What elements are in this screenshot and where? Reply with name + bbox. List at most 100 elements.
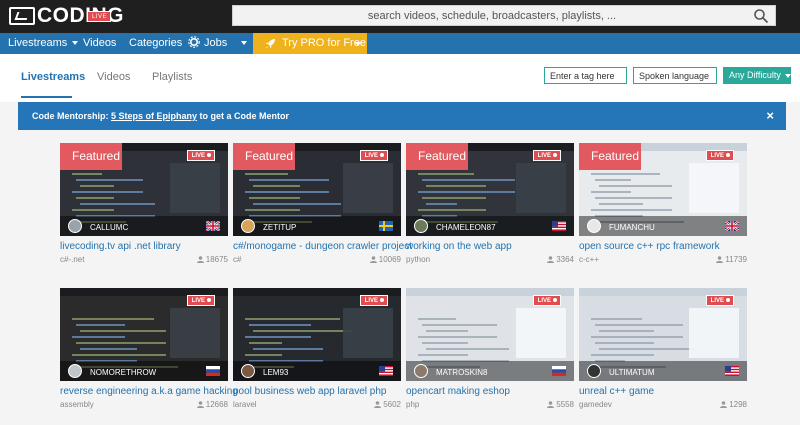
live-label: LIVE	[364, 153, 378, 159]
live-label: LIVE	[710, 298, 724, 304]
stream-title[interactable]: opencart making eshop	[406, 386, 574, 397]
spoken-language-input[interactable]	[633, 67, 717, 84]
nav-jobs[interactable]: Jobs	[188, 33, 248, 54]
close-icon[interactable]: ×	[766, 102, 774, 130]
stream-card[interactable]: Featured LIVE CHAMELEON87 working on the…	[406, 143, 574, 267]
stream-tag[interactable]: assembly	[60, 400, 94, 409]
streamer-username[interactable]: MATROSKIN8	[436, 368, 487, 377]
avatar[interactable]	[68, 219, 82, 233]
stream-tag[interactable]: php	[406, 400, 419, 409]
try-pro-button[interactable]: Try PRO for Free	[253, 33, 367, 54]
viewer-count-value: 3364	[556, 255, 574, 264]
chevron-down-icon	[784, 73, 791, 78]
ru-flag-icon	[206, 366, 220, 376]
stream-card[interactable]: Featured LIVE ZETITUP c#/monogame - dung…	[233, 143, 412, 267]
stream-thumbnail[interactable]: LIVE ULTIMATUM	[579, 288, 747, 381]
stream-thumbnail[interactable]: LIVE LEM93	[233, 288, 401, 381]
viewer-count: 10069	[369, 255, 401, 264]
tag-input[interactable]	[544, 67, 627, 84]
live-dot-icon	[380, 153, 384, 158]
live-dot-icon	[380, 298, 384, 303]
viewer-count: 12668	[196, 400, 228, 409]
stream-meta: php 5558	[406, 400, 574, 412]
avatar[interactable]	[414, 219, 428, 233]
stream-card[interactable]: LIVE LEM93 pool business web app laravel…	[233, 288, 401, 412]
streamer-username[interactable]: ZETITUP	[263, 223, 296, 232]
difficulty-dropdown[interactable]: Any Difficulty	[723, 67, 791, 84]
avatar[interactable]	[587, 219, 601, 233]
stream-thumbnail[interactable]: Featured LIVE FUMANCHU	[579, 143, 747, 236]
viewer-count: 1298	[720, 400, 747, 409]
streamer-username[interactable]: CALLUMC	[90, 223, 128, 232]
streamer-overlay: ZETITUP	[233, 216, 401, 236]
stream-title[interactable]: livecoding.tv api .net library	[60, 241, 228, 252]
stream-thumbnail[interactable]: Featured LIVE CHAMELEON87	[406, 143, 574, 236]
user-icon	[374, 401, 382, 408]
search-box[interactable]	[232, 5, 776, 26]
stream-title[interactable]: reverse engineering a.k.a game hacking	[60, 386, 238, 397]
stream-tag[interactable]: python	[406, 255, 430, 264]
stream-title[interactable]: open source c++ rpc framework	[579, 241, 747, 252]
stream-thumbnail[interactable]: LIVE NOMORETHROW	[60, 288, 228, 381]
stream-card[interactable]: Featured LIVE FUMANCHU open source c++ r…	[579, 143, 747, 267]
viewer-count: 11739	[716, 255, 747, 264]
live-badge: LIVE	[186, 150, 215, 161]
stream-meta: c# 10069	[233, 255, 401, 267]
top-header: LIVE CODING	[0, 0, 800, 33]
stream-thumbnail[interactable]: LIVE MATROSKIN8	[406, 288, 574, 381]
stream-tag[interactable]: laravel	[233, 400, 257, 409]
stream-title[interactable]: unreal c++ game	[579, 386, 747, 397]
stream-tag[interactable]: c#	[233, 255, 241, 264]
nav-videos-label: Videos	[83, 37, 117, 49]
nav-jobs-label: Jobs	[204, 37, 228, 49]
avatar[interactable]	[587, 364, 601, 378]
avatar[interactable]	[241, 364, 255, 378]
live-dot-icon	[726, 153, 730, 158]
tab-videos[interactable]: Videos	[97, 71, 130, 83]
avatar[interactable]	[241, 219, 255, 233]
avatar[interactable]	[68, 364, 82, 378]
streamer-username[interactable]: ULTIMATUM	[609, 368, 654, 377]
chevron-down-icon	[241, 41, 248, 46]
viewer-count-value: 11739	[725, 255, 747, 264]
tab-playlists[interactable]: Playlists	[152, 71, 192, 83]
rocket-icon	[266, 39, 275, 48]
nav-categories[interactable]: Categories	[129, 33, 182, 54]
stream-title[interactable]: c#/monogame - dungeon crawler project	[233, 241, 412, 252]
stream-tag[interactable]: c-c++	[579, 255, 599, 264]
try-pro-label: Try PRO for Free	[282, 37, 366, 49]
streamer-username[interactable]: LEM93	[263, 368, 288, 377]
search-input[interactable]	[233, 6, 775, 26]
streamer-username[interactable]: FUMANCHU	[609, 223, 655, 232]
viewer-count: 18675	[196, 255, 228, 264]
featured-badge: Featured	[579, 143, 641, 170]
avatar[interactable]	[414, 364, 428, 378]
stream-card[interactable]: Featured LIVE CALLUMC livecoding.tv api …	[60, 143, 228, 267]
banner-link[interactable]: 5 Steps of Epiphany	[111, 111, 197, 121]
stream-card[interactable]: LIVE MATROSKIN8 opencart making eshop ph…	[406, 288, 574, 412]
stream-title[interactable]: working on the web app	[406, 241, 574, 252]
logo[interactable]: LIVE CODING	[7, 4, 124, 28]
user-icon	[716, 256, 724, 263]
search-icon[interactable]	[753, 8, 769, 24]
mentorship-banner: Code Mentorship: 5 Steps of Epiphany to …	[18, 102, 786, 130]
active-tab-indicator	[21, 96, 72, 98]
stream-card[interactable]: LIVE NOMORETHROW reverse engineering a.k…	[60, 288, 238, 412]
user-icon	[196, 256, 204, 263]
user-icon	[720, 401, 728, 408]
ru-flag-icon	[552, 366, 566, 376]
nav-livestreams[interactable]: Livestreams	[8, 33, 79, 54]
tab-livestreams[interactable]: Livestreams	[21, 71, 85, 83]
stream-tag[interactable]: c#-.net	[60, 255, 84, 264]
nav-videos[interactable]: Videos	[83, 33, 116, 54]
streamer-username[interactable]: CHAMELEON87	[436, 223, 496, 232]
stream-title[interactable]: pool business web app laravel php	[233, 386, 401, 397]
stream-meta: gamedev 1298	[579, 400, 747, 412]
live-label: LIVE	[710, 153, 724, 159]
stream-thumbnail[interactable]: Featured LIVE ZETITUP	[233, 143, 401, 236]
stream-card[interactable]: LIVE ULTIMATUM unreal c++ game gamedev 1…	[579, 288, 747, 412]
stream-thumbnail[interactable]: Featured LIVE CALLUMC	[60, 143, 228, 236]
streamer-username[interactable]: NOMORETHROW	[90, 368, 156, 377]
main-nav: Livestreams Videos Categories Jobs	[0, 33, 800, 54]
stream-tag[interactable]: gamedev	[579, 400, 612, 409]
